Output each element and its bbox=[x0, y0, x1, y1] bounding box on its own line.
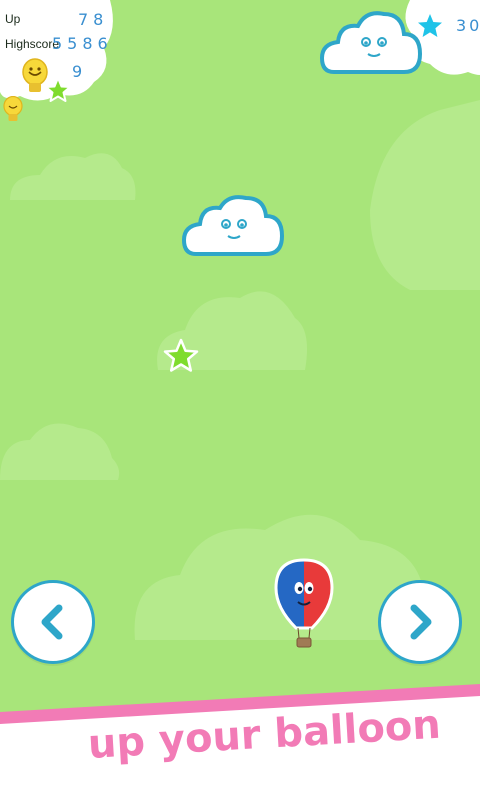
chevron-right-icon bbox=[410, 604, 432, 640]
highscore-label: Highscore bbox=[5, 37, 60, 51]
star-icon bbox=[45, 77, 71, 102]
bulb-count: 9 bbox=[72, 62, 88, 81]
move-right-button[interactable] bbox=[378, 580, 462, 664]
cloud-character bbox=[182, 195, 285, 256]
up-label: Up bbox=[5, 12, 21, 26]
up-value: 78 bbox=[78, 10, 109, 29]
lightbulb-icon bbox=[3, 96, 23, 121]
player-balloon bbox=[274, 558, 334, 648]
star-icon bbox=[163, 338, 199, 372]
chevron-left-icon bbox=[41, 604, 63, 640]
highscore-value: 5586 bbox=[52, 34, 113, 53]
move-left-button[interactable] bbox=[11, 580, 95, 664]
star-count: 30 bbox=[456, 16, 480, 35]
cloud-character bbox=[320, 11, 423, 74]
